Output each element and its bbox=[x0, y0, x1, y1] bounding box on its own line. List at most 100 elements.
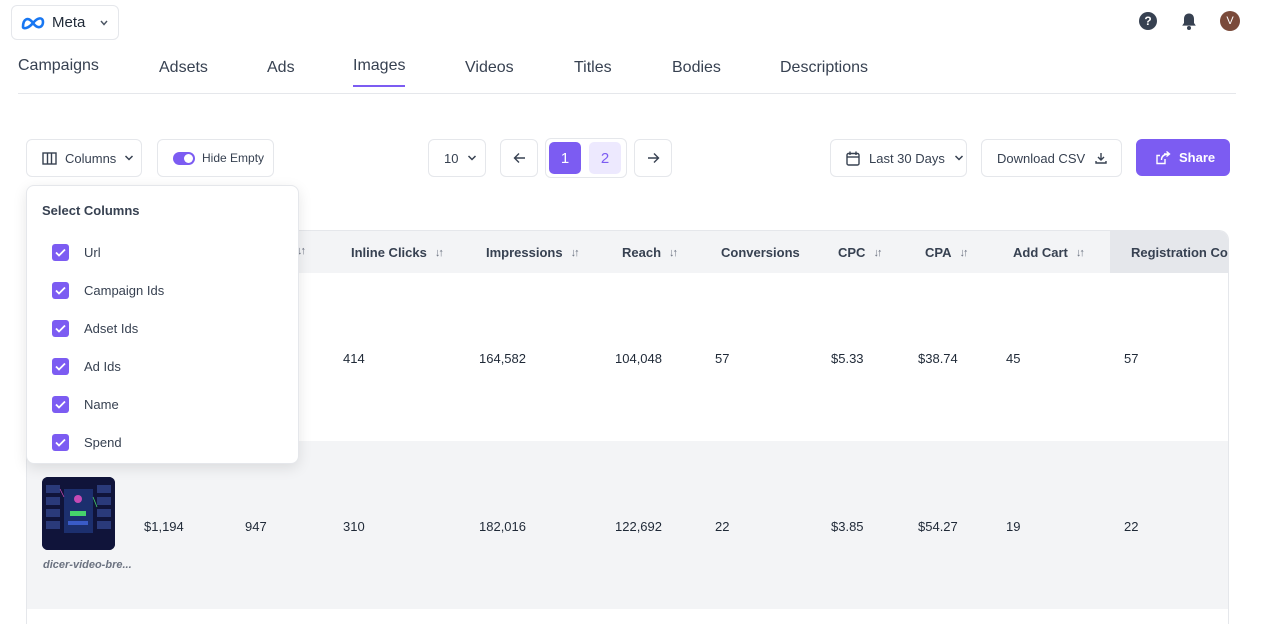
date-range-select[interactable]: Last 30 Days bbox=[830, 139, 967, 177]
header-impressions[interactable]: Impressions ↓↑ bbox=[486, 245, 580, 260]
chevron-down-icon bbox=[100, 20, 108, 26]
thumbnail-image bbox=[42, 477, 115, 550]
check-icon bbox=[55, 286, 66, 295]
sort-icon: ↓↑ bbox=[873, 246, 882, 259]
cell-inline-clicks: 414 bbox=[343, 351, 365, 366]
checkbox[interactable] bbox=[52, 282, 69, 299]
brand-name: Meta bbox=[52, 14, 86, 31]
tab-bodies[interactable]: Bodies bbox=[672, 59, 721, 87]
cell-spend: $1,194 bbox=[144, 519, 184, 534]
image-filename[interactable]: dicer-video-bre... bbox=[43, 559, 132, 571]
tab-bar: Campaigns Adsets Ads Images Videos Title… bbox=[18, 57, 1236, 94]
check-icon bbox=[55, 362, 66, 371]
arrow-left-icon bbox=[513, 153, 525, 163]
prev-page-button[interactable] bbox=[500, 139, 538, 177]
cell-inline-clicks: 310 bbox=[343, 519, 365, 534]
column-option-label: Ad Ids bbox=[84, 359, 121, 374]
check-icon bbox=[55, 248, 66, 257]
dropdown-title: Select Columns bbox=[42, 203, 140, 218]
download-csv-button[interactable]: Download CSV bbox=[981, 139, 1122, 177]
column-option-campaign-ids[interactable]: Campaign Ids bbox=[52, 282, 164, 299]
calendar-icon bbox=[846, 151, 860, 166]
header-conversions[interactable]: Conversions bbox=[721, 245, 800, 260]
column-option-name[interactable]: Name bbox=[52, 396, 119, 413]
header-registration[interactable]: Registration Cor bbox=[1131, 245, 1228, 260]
tab-campaigns[interactable]: Campaigns bbox=[18, 57, 99, 85]
share-icon bbox=[1156, 150, 1171, 164]
chevron-down-icon bbox=[954, 155, 963, 161]
arrow-right-icon bbox=[647, 153, 659, 163]
sort-icon: ↓↑ bbox=[570, 246, 580, 259]
toggle-switch[interactable] bbox=[173, 151, 195, 165]
download-icon bbox=[1095, 153, 1107, 164]
check-icon bbox=[55, 324, 66, 333]
checkbox[interactable] bbox=[52, 358, 69, 375]
cell-cpc: $3.85 bbox=[831, 519, 864, 534]
column-option-url[interactable]: Url bbox=[52, 244, 101, 261]
tab-videos[interactable]: Videos bbox=[465, 59, 514, 87]
columns-label: Columns bbox=[65, 150, 117, 166]
cell-add-cart: 19 bbox=[1006, 519, 1021, 534]
download-csv-label: Download CSV bbox=[997, 150, 1086, 166]
column-option-spend[interactable]: Spend bbox=[52, 434, 122, 451]
column-option-label: Url bbox=[84, 245, 101, 260]
columns-button[interactable]: Columns bbox=[26, 139, 142, 177]
sort-icon: ↓↑ bbox=[669, 246, 678, 259]
table-row[interactable]: dicer-video-bre... $1,194 947 310 182,01… bbox=[27, 441, 1228, 609]
brand-selector[interactable]: Meta bbox=[11, 5, 119, 40]
header-add-cart[interactable]: Add Cart ↓↑ bbox=[1013, 245, 1085, 260]
column-option-label: Spend bbox=[84, 435, 122, 450]
cell-conversions: 57 bbox=[715, 351, 730, 366]
ad-image-thumbnail[interactable] bbox=[42, 477, 115, 550]
checkbox[interactable] bbox=[52, 396, 69, 413]
column-option-label: Adset Ids bbox=[84, 321, 139, 336]
sort-icon: ↓↑ bbox=[1075, 246, 1085, 259]
tab-ads[interactable]: Ads bbox=[267, 59, 295, 87]
header-cpc[interactable]: CPC ↓↑ bbox=[838, 245, 882, 260]
hide-empty-toggle[interactable]: Hide Empty bbox=[157, 139, 274, 177]
chevron-down-icon bbox=[125, 155, 134, 161]
tab-adsets[interactable]: Adsets bbox=[159, 59, 208, 87]
cell-cpc: $5.33 bbox=[831, 351, 864, 366]
column-option-adset-ids[interactable]: Adset Ids bbox=[52, 320, 138, 337]
sort-icon: ↓↑ bbox=[959, 246, 968, 259]
check-icon bbox=[55, 438, 66, 447]
checkbox[interactable] bbox=[52, 320, 69, 337]
cell-cpa: $38.74 bbox=[918, 351, 958, 366]
help-icon[interactable]: ? bbox=[1139, 12, 1157, 30]
share-label: Share bbox=[1179, 150, 1216, 165]
per-page-value: 10 bbox=[444, 150, 459, 166]
header-cpa[interactable]: CPA ↓↑ bbox=[925, 245, 968, 260]
page-button-1[interactable]: 1 bbox=[549, 142, 581, 174]
column-option-label: Campaign Ids bbox=[84, 283, 165, 298]
column-option-ad-ids[interactable]: Ad Ids bbox=[52, 358, 121, 375]
meta-logo-icon bbox=[21, 16, 45, 29]
cell-cpa: $54.27 bbox=[918, 519, 958, 534]
tab-descriptions[interactable]: Descriptions bbox=[780, 59, 868, 87]
tab-images[interactable]: Images bbox=[353, 57, 406, 87]
avatar[interactable]: V bbox=[1220, 11, 1240, 31]
columns-dropdown: Select Columns Url Campaign Ids Adset Id… bbox=[26, 185, 299, 464]
hide-empty-label: Hide Empty bbox=[202, 151, 265, 165]
header-inline-clicks[interactable]: Inline Clicks ↓↑ bbox=[351, 245, 444, 260]
cell-add-cart: 45 bbox=[1006, 351, 1021, 366]
pagination: 1 2 bbox=[545, 138, 627, 178]
bell-icon[interactable] bbox=[1180, 12, 1198, 31]
page-button-2[interactable]: 2 bbox=[589, 142, 621, 174]
cell-registration: 57 bbox=[1124, 351, 1139, 366]
next-page-button[interactable] bbox=[634, 139, 672, 177]
share-button[interactable]: Share bbox=[1136, 139, 1230, 176]
cell-impressions: 182,016 bbox=[479, 519, 526, 534]
cell-reach: 122,692 bbox=[615, 519, 662, 534]
checkbox[interactable] bbox=[52, 434, 69, 451]
checkbox[interactable] bbox=[52, 244, 69, 261]
per-page-select[interactable]: 10 bbox=[428, 139, 486, 177]
tab-titles[interactable]: Titles bbox=[574, 59, 612, 87]
chevron-down-icon bbox=[468, 155, 477, 161]
help-glyph: ? bbox=[1144, 14, 1152, 28]
sort-icon: ↓↑ bbox=[434, 246, 444, 259]
date-range-label: Last 30 Days bbox=[869, 150, 945, 166]
avatar-initial: V bbox=[1226, 15, 1234, 27]
header-reach[interactable]: Reach ↓↑ bbox=[622, 245, 678, 260]
cell-registration: 22 bbox=[1124, 519, 1139, 534]
